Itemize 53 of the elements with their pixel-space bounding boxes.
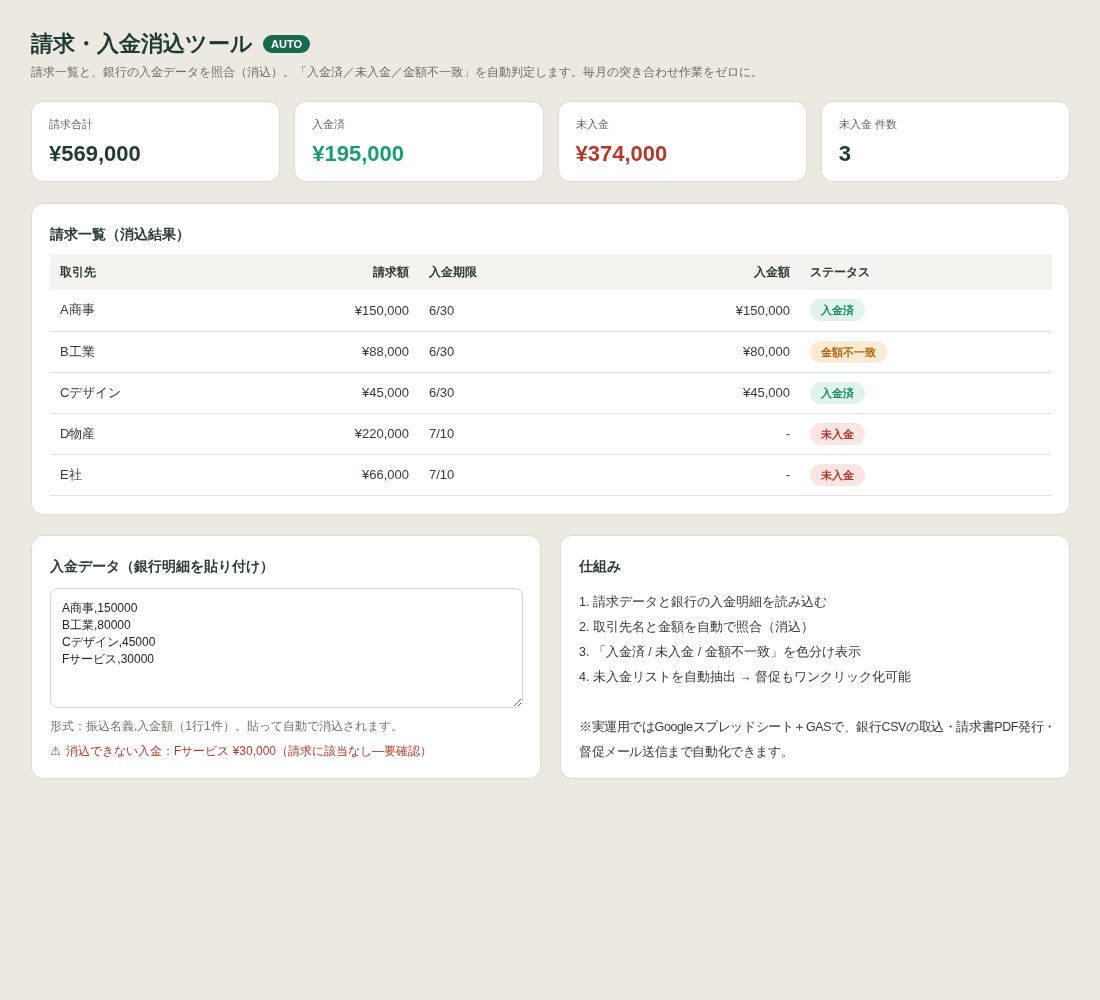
table-cell: 6/30 xyxy=(419,331,609,372)
auto-badge: AUTO xyxy=(263,35,310,53)
table-cell: - xyxy=(609,413,800,454)
column-header: ステータス xyxy=(800,254,1052,290)
stat-label: 請求合計 xyxy=(49,117,94,131)
status-badge: 金額不一致 xyxy=(810,340,887,363)
step-text: 3. 「入金済 / 未入金 / 金額不一致」を色分け表示 xyxy=(579,643,862,661)
table-cell: E社 xyxy=(50,454,250,495)
column-header: 取引先 xyxy=(50,254,250,290)
table-cell: 6/30 xyxy=(419,372,609,413)
table-cell: D物産 xyxy=(50,413,250,454)
table-cell: ¥150,000 xyxy=(250,290,419,331)
stat-value: 3 xyxy=(838,140,852,168)
status-badge: 未入金 xyxy=(810,463,865,486)
stat-label: 未入金 件数 xyxy=(838,117,898,131)
status-badge: 未入金 xyxy=(810,422,865,445)
app-title: 請求・入金消込ツール xyxy=(31,30,253,58)
table-cell: ¥88,000 xyxy=(250,331,419,372)
table-cell: 7/10 xyxy=(419,454,609,495)
table-cell: 7/10 xyxy=(419,413,609,454)
table-cell: 6/30 xyxy=(419,290,609,331)
warning-text: 消込できない入金：Fサービス ¥30,000（請求に該当なし—要確認） xyxy=(66,742,433,759)
table-cell: ¥80,000 xyxy=(609,331,800,372)
table-cell: ¥150,000 xyxy=(609,290,800,331)
table-cell: ¥45,000 xyxy=(609,372,800,413)
table-cell: A商事 xyxy=(50,290,250,331)
section-title: 請求一覧（消込結果） xyxy=(50,225,191,244)
table-cell: B工業 xyxy=(50,331,250,372)
stat-value: ¥569,000 xyxy=(49,140,142,168)
payment-data-field[interactable]: A商事,150000 B工業,80000 Cデザイン,45000 Fサービス,30000 xyxy=(50,587,523,708)
format-hint: 形式：振込名義,入金額（1行1件）。貼って自動で消込されます。 xyxy=(50,717,404,734)
step-text: 4. 未入金リストを自動抽出 → 督促もワンクリック化可能 xyxy=(579,668,913,686)
table-cell: - xyxy=(609,454,800,495)
warning-icon: ⚠ xyxy=(50,742,61,759)
note-text: ※実運用ではGoogleスプレッドシート＋GASで、銀行CSVの取込・請求書PDF発行・督促メール送信まで自動化できます。 xyxy=(579,718,1057,761)
table-cell: ¥220,000 xyxy=(250,413,419,454)
section-title: 仕組み xyxy=(579,556,622,576)
column-header: 入金額 xyxy=(609,254,800,290)
stat-label: 入金済 xyxy=(312,117,347,131)
step-text: 2. 取引先名と金額を自動で照合（消込） xyxy=(579,618,815,636)
table-cell: ¥45,000 xyxy=(250,372,419,413)
stat-label: 未入金 xyxy=(575,117,610,131)
status-badge: 入金済 xyxy=(810,299,865,322)
app-subtitle: 請求一覧と、銀行の入金データを照合（消込）。「入金済／未入金／金額不一致」を自動判定します。毎月の突き合わせ作業をゼロに。 xyxy=(31,64,764,80)
stat-value: ¥195,000 xyxy=(312,140,405,168)
step-text: 1. 請求データと銀行の入金明細を読み込む xyxy=(579,593,828,611)
column-header: 入金期限 xyxy=(419,254,609,290)
status-badge: 入金済 xyxy=(810,381,865,404)
table-cell: Cデザイン xyxy=(50,372,250,413)
section-title: 入金データ（銀行明細を貼り付け） xyxy=(50,556,275,576)
column-header: 請求額 xyxy=(250,254,419,290)
table-cell: ¥66,000 xyxy=(250,454,419,495)
stat-value: ¥374,000 xyxy=(575,140,669,168)
